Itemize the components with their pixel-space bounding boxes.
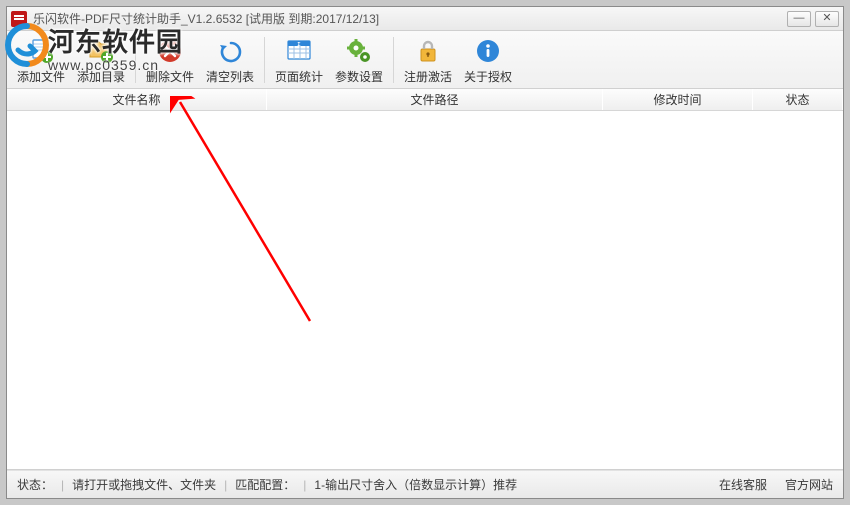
column-header-path[interactable]: 文件路径 xyxy=(267,89,603,110)
match-label: 匹配配置： xyxy=(235,476,295,493)
toolbar-separator xyxy=(393,37,394,83)
about-label: 关于授权 xyxy=(464,68,512,85)
gear-icon xyxy=(344,36,374,66)
file-plus-icon xyxy=(26,36,56,66)
lock-icon xyxy=(413,36,443,66)
statusbar-separator: | xyxy=(303,478,306,492)
app-icon xyxy=(11,11,27,27)
info-icon xyxy=(473,36,503,66)
column-header-name[interactable]: 文件名称 xyxy=(7,89,267,110)
minimize-button[interactable]: — xyxy=(787,11,811,27)
register-label: 注册激活 xyxy=(404,68,452,85)
statusbar-separator: | xyxy=(224,478,227,492)
add-file-label: 添加文件 xyxy=(17,68,65,85)
column-header-mtime[interactable]: 修改时间 xyxy=(603,89,753,110)
settings-label: 参数设置 xyxy=(335,68,383,85)
status-hint: 请打开或拖拽文件、文件夹 xyxy=(72,476,216,493)
app-window: 乐闪软件-PDF尺寸统计助手_V1.2.6532 [试用版 到期:2017/12… xyxy=(6,6,844,499)
status-label: 状态： xyxy=(17,476,53,493)
column-header-status[interactable]: 状态 xyxy=(753,89,843,110)
table-header: 文件名称 文件路径 修改时间 状态 xyxy=(7,89,843,111)
delete-icon xyxy=(155,36,185,66)
clear-list-label: 清空列表 xyxy=(206,68,254,85)
about-button[interactable]: 关于授权 xyxy=(458,33,518,87)
match-value: 1-输出尺寸舍入（倍数显示计算）推荐 xyxy=(314,476,517,493)
toolbar: 添加文件 添加目录 删除文件 xyxy=(7,31,843,89)
add-folder-button[interactable]: 添加目录 xyxy=(71,33,131,87)
delete-file-label: 删除文件 xyxy=(146,68,194,85)
window-title: 乐闪软件-PDF尺寸统计助手_V1.2.6532 [试用版 到期:2017/12… xyxy=(33,10,783,27)
settings-button[interactable]: 参数设置 xyxy=(329,33,389,87)
add-folder-label: 添加目录 xyxy=(77,68,125,85)
stats-icon: Σ xyxy=(284,36,314,66)
page-stats-button[interactable]: Σ 页面统计 xyxy=(269,33,329,87)
clear-list-button[interactable]: 清空列表 xyxy=(200,33,260,87)
toolbar-separator xyxy=(264,37,265,83)
folder-plus-icon xyxy=(86,36,116,66)
statusbar: 状态： | 请打开或拖拽文件、文件夹 | 匹配配置： | 1-输出尺寸舍入（倍数… xyxy=(7,470,843,498)
table-body[interactable] xyxy=(7,111,843,470)
close-button[interactable]: ✕ xyxy=(815,11,839,27)
undo-icon xyxy=(215,36,245,66)
statusbar-separator: | xyxy=(61,478,64,492)
titlebar: 乐闪软件-PDF尺寸统计助手_V1.2.6532 [试用版 到期:2017/12… xyxy=(7,7,843,31)
page-stats-label: 页面统计 xyxy=(275,68,323,85)
register-button[interactable]: 注册激活 xyxy=(398,33,458,87)
online-service-link[interactable]: 在线客服 xyxy=(719,476,767,493)
toolbar-separator xyxy=(135,37,136,83)
delete-file-button[interactable]: 删除文件 xyxy=(140,33,200,87)
add-file-button[interactable]: 添加文件 xyxy=(11,33,71,87)
official-site-link[interactable]: 官方网站 xyxy=(785,476,833,493)
